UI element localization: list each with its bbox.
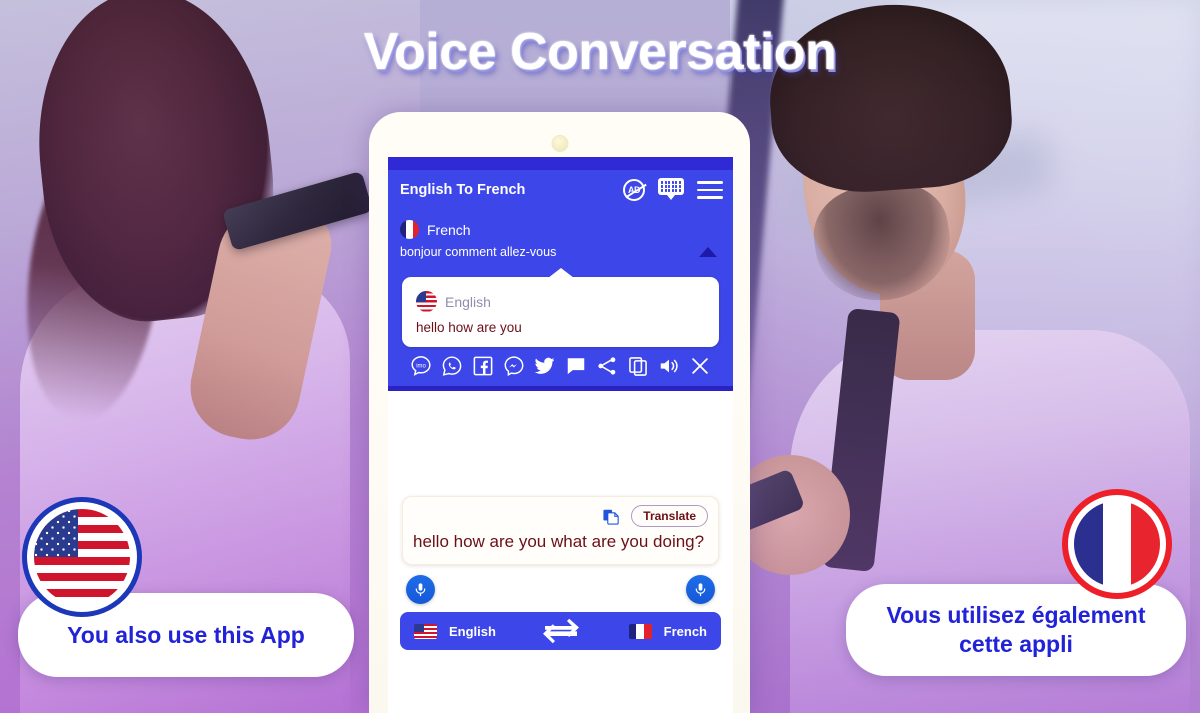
messenger-icon[interactable] bbox=[503, 355, 525, 377]
no-ads-label: AD bbox=[628, 185, 641, 195]
input-card-toolbar: Translate bbox=[413, 505, 708, 527]
keyboard-icon[interactable] bbox=[658, 178, 684, 202]
sms-icon[interactable] bbox=[565, 355, 587, 377]
hamburger-menu-icon[interactable] bbox=[697, 181, 723, 199]
us-flag-icon bbox=[414, 623, 437, 639]
target-language-label: French bbox=[427, 221, 471, 238]
facebook-icon[interactable] bbox=[472, 355, 494, 377]
target-language-row: French bbox=[400, 220, 721, 239]
phone-mockup: English To French AD French bonjour comm… bbox=[369, 112, 750, 713]
input-text: hello how are you what are you doing? bbox=[413, 532, 705, 551]
fr-flag-icon bbox=[400, 220, 419, 239]
source-text: hello how are you bbox=[416, 320, 522, 335]
share-action-row: imo bbox=[400, 347, 721, 386]
caret-up-icon[interactable] bbox=[699, 247, 717, 257]
empty-screen-area bbox=[388, 391, 733, 496]
status-bar bbox=[388, 157, 733, 170]
source-bubble: English hello how are you bbox=[402, 277, 719, 347]
phone-screen: English To French AD French bonjour comm… bbox=[388, 157, 733, 713]
language-selector-bar: English French bbox=[400, 612, 721, 651]
mic-button-source[interactable] bbox=[406, 575, 435, 605]
app-bar: English To French AD bbox=[388, 170, 733, 210]
us-flag-badge bbox=[22, 497, 142, 617]
target-language-name: French bbox=[663, 623, 707, 639]
speaker-icon[interactable] bbox=[658, 355, 680, 377]
mic-button-target[interactable] bbox=[686, 575, 715, 605]
translate-button[interactable]: Translate bbox=[631, 505, 708, 527]
app-bar-actions: AD bbox=[623, 178, 723, 202]
source-language-row: English bbox=[416, 291, 705, 312]
twitter-icon[interactable] bbox=[534, 355, 556, 377]
us-flag-icon bbox=[416, 291, 437, 312]
app-bar-title: English To French bbox=[400, 182, 526, 198]
mic-button-row bbox=[388, 565, 733, 605]
whatsapp-icon[interactable] bbox=[441, 355, 463, 377]
text-input-card[interactable]: Translate hello how are you what are you… bbox=[402, 496, 719, 566]
copy-icon[interactable] bbox=[627, 355, 649, 377]
no-ads-icon[interactable]: AD bbox=[623, 179, 645, 201]
source-language-selector[interactable]: English bbox=[414, 623, 525, 639]
conversation-panel: French bonjour comment allez-vous Englis… bbox=[388, 210, 733, 391]
imo-icon[interactable]: imo bbox=[410, 355, 432, 377]
svg-text:imo: imo bbox=[416, 363, 426, 369]
swap-arrows-icon[interactable] bbox=[525, 618, 595, 644]
page-title: Voice Conversation bbox=[363, 23, 837, 81]
target-language-selector[interactable]: French bbox=[596, 623, 707, 639]
fr-flag-badge bbox=[1062, 489, 1172, 599]
share-icon[interactable] bbox=[596, 355, 618, 377]
source-language-label: English bbox=[445, 293, 491, 310]
target-text-row: bonjour comment allez-vous bbox=[400, 245, 721, 259]
fr-flag-icon bbox=[628, 623, 652, 639]
source-language-name: English bbox=[449, 623, 496, 639]
phone-camera bbox=[551, 135, 568, 152]
target-text: bonjour comment allez-vous bbox=[400, 245, 557, 259]
close-icon[interactable] bbox=[689, 355, 711, 377]
right-callout-pill: Vous utilisez également cette appli bbox=[846, 584, 1186, 676]
paste-icon[interactable] bbox=[602, 507, 621, 526]
